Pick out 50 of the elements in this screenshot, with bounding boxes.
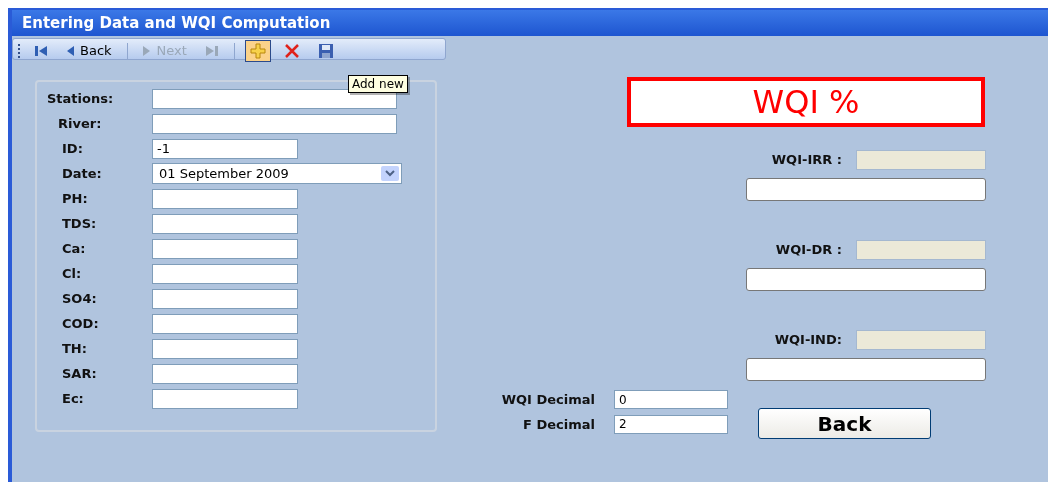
date-picker[interactable]: 01 September 2009 [152, 163, 402, 184]
grip-icon [18, 44, 21, 58]
right-triangle-icon [142, 45, 151, 57]
dropdown-icon [381, 166, 399, 181]
window-title: Entering Data and WQI Computation [12, 10, 1048, 36]
result-label: WQI-DR : [775, 241, 842, 260]
input-field[interactable] [152, 238, 298, 259]
input-field[interactable] [152, 388, 298, 409]
input-field[interactable]: -1 [152, 138, 298, 159]
field-label: PH: [61, 189, 89, 208]
field-label: Ec: [61, 389, 85, 408]
decimal-label: F Decimal [522, 415, 595, 434]
input-field[interactable] [152, 188, 298, 209]
input-field[interactable] [152, 338, 298, 359]
field-label: Cl: [61, 264, 83, 283]
decimal-field[interactable]: 2 [614, 414, 728, 434]
toolbar-icon-button[interactable] [244, 40, 271, 62]
input-field[interactable] [152, 213, 298, 234]
last-record-icon [204, 45, 219, 57]
result-box[interactable] [746, 178, 986, 201]
field-label: Date: [61, 164, 103, 183]
input-field[interactable] [152, 263, 298, 284]
field-label: SAR: [61, 364, 98, 383]
decimal-label: WQI Decimal [500, 391, 595, 409]
input-field[interactable] [152, 363, 298, 384]
field-label: TH: [61, 339, 88, 358]
field-label: ID: [61, 139, 84, 158]
field-label: TDS: [61, 214, 98, 233]
field-label: River: [57, 114, 103, 133]
result-box[interactable] [746, 358, 986, 381]
input-field[interactable] [152, 113, 397, 134]
wqi-banner: WQI % [627, 77, 985, 127]
field-label: Stations: [46, 89, 115, 108]
tooltip: Add new [348, 75, 408, 93]
plus-icon [249, 43, 266, 59]
result-label: WQI-IRR : [771, 151, 842, 170]
back-button[interactable]: Back [758, 408, 931, 439]
result-label: WQI-IND: [774, 331, 842, 350]
delete-icon [283, 43, 300, 59]
toolbar-button[interactable]: Back [61, 40, 117, 62]
first-record-icon [34, 45, 48, 57]
decimal-field[interactable]: 0 [614, 390, 728, 410]
input-field[interactable] [152, 88, 397, 109]
field-label: COD: [61, 314, 100, 333]
field-label: SO4: [61, 289, 98, 308]
result-box[interactable] [746, 268, 986, 291]
input-field[interactable] [152, 288, 298, 309]
field-label: Ca: [61, 239, 87, 258]
input-field[interactable] [152, 313, 298, 334]
left-triangle-icon [66, 45, 74, 57]
